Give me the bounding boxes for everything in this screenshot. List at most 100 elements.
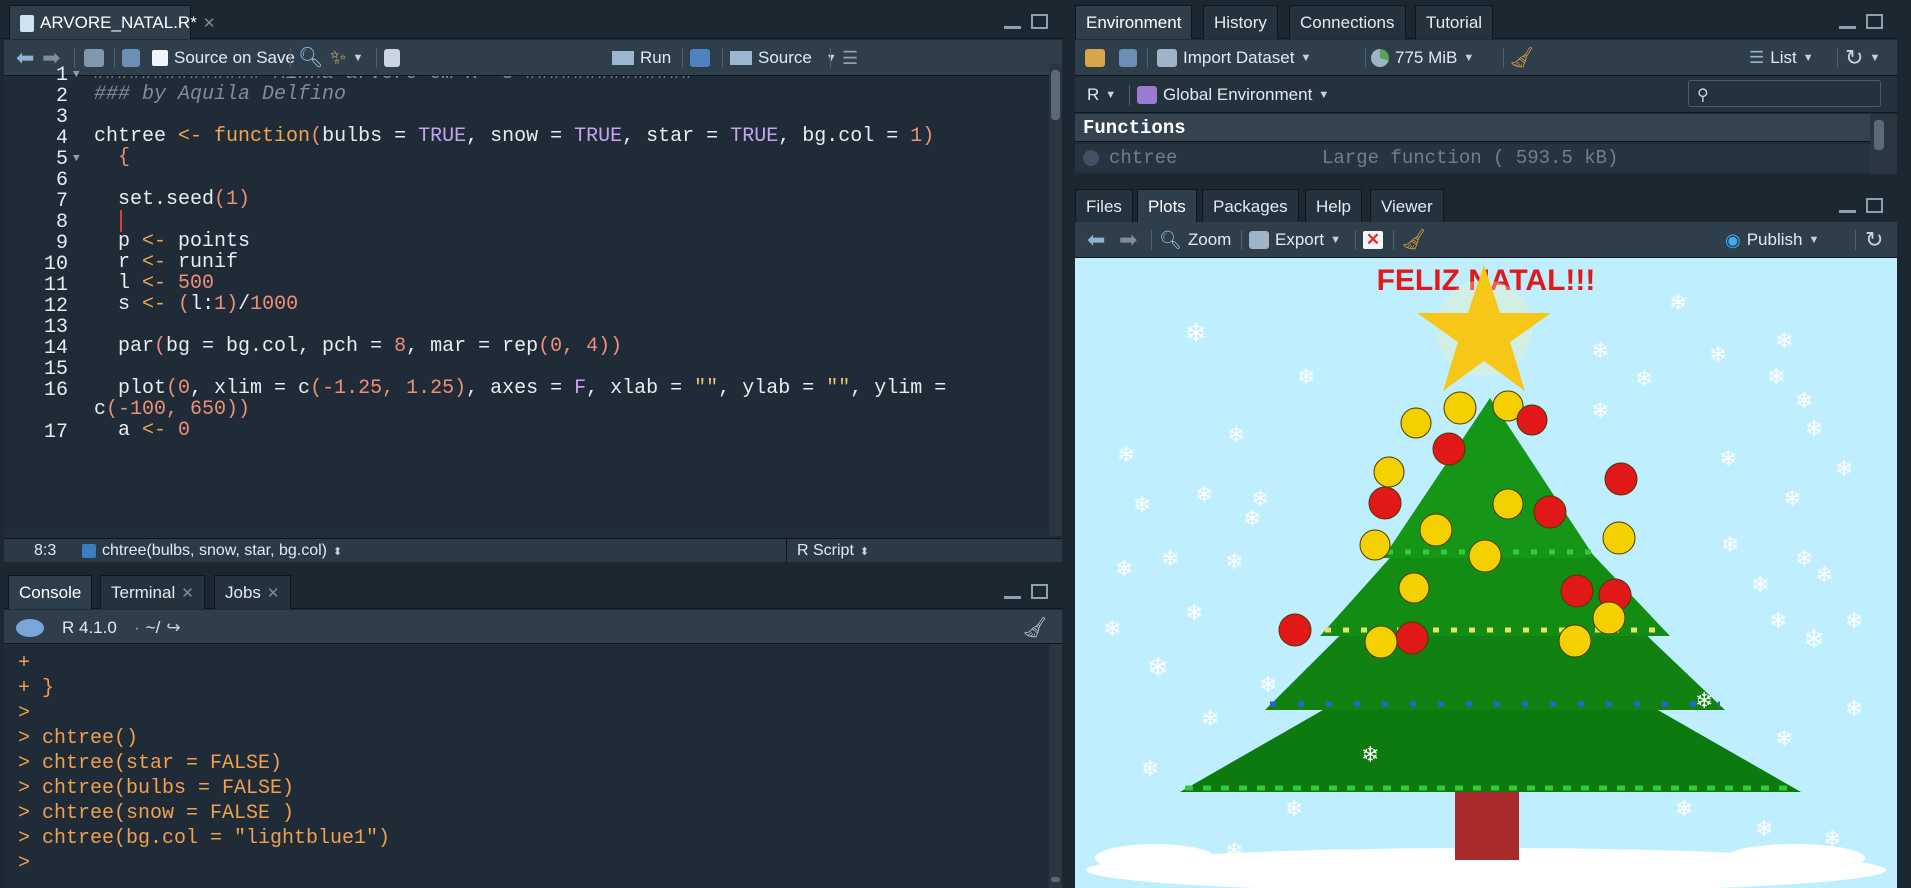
snowflake-icon: ❄	[1823, 826, 1842, 851]
code-line-14: par(bg = bg.col, pch = 8, mar = rep(0, 4…	[94, 335, 623, 358]
code-line-10: r <- runif	[94, 251, 239, 274]
tab-history[interactable]: History	[1203, 5, 1278, 39]
tab-jobs[interactable]: Jobs ✕	[214, 575, 291, 609]
console-scrollbar[interactable]	[1049, 644, 1062, 888]
maximize-icon[interactable]	[1866, 14, 1883, 29]
import-dataset-button[interactable]: Import Dataset ▼	[1157, 40, 1311, 76]
snowflake-icon: ❄	[1675, 796, 1694, 821]
text-cursor	[120, 210, 122, 232]
snowflake-icon: ❄	[1845, 696, 1864, 721]
snowflake-icon: ❄	[1695, 688, 1714, 713]
minimize-icon[interactable]	[1004, 584, 1021, 599]
language-dropdown[interactable]: R ▼	[1087, 77, 1116, 113]
snowflake-icon: ❄	[1751, 572, 1770, 597]
clear-console-broom-icon[interactable]: 🧹︎	[1022, 610, 1047, 646]
console-output[interactable]: + + } > > chtree() > chtree(star = FALSE…	[4, 645, 1049, 888]
tab-arvore-natal[interactable]: ARVORE_NATAL.R* ✕	[9, 5, 215, 39]
working-directory[interactable]: · ~/↪	[134, 610, 181, 646]
snowflake-icon: ❄	[1803, 624, 1825, 654]
maximize-icon[interactable]	[1031, 584, 1048, 599]
go-to-directory-icon[interactable]: ↪	[166, 610, 180, 646]
close-icon[interactable]: ✕	[267, 585, 280, 602]
memory-pie-icon	[1371, 49, 1389, 67]
close-icon[interactable]: ✕	[203, 15, 216, 32]
snowflake-icon: ❄	[1835, 456, 1854, 481]
snowflake-icon: ❄	[1591, 338, 1610, 363]
export-icon	[1249, 231, 1269, 249]
show-in-window-icon[interactable]	[84, 40, 104, 76]
save-workspace-icon[interactable]	[1119, 40, 1137, 76]
maximize-icon[interactable]	[1866, 198, 1883, 213]
next-plot-icon[interactable]: ➡	[1119, 222, 1137, 258]
zoom-button[interactable]: 🔍︎ Zoom	[1159, 222, 1231, 258]
snowflake-icon: ❄	[1147, 652, 1169, 682]
env-toolbar: Import Dataset ▼ 775 MiB ▼ 🧹︎ ☰ List ▼ ↻ ▼	[1075, 40, 1897, 76]
code-lines: ############## Minha arvore em R <3 ####…	[4, 76, 1049, 534]
search-icon: ⚲	[1697, 87, 1709, 104]
r-version: R 4.1.0	[62, 618, 117, 637]
editor-scrollbar[interactable]	[1049, 64, 1062, 536]
snowflake-icon: ❄	[1783, 486, 1802, 511]
checkbox[interactable]	[152, 50, 168, 66]
remove-plot-icon[interactable]: ✕	[1363, 222, 1383, 258]
clear-plots-broom-icon[interactable]: 🧹︎	[1401, 222, 1426, 258]
snowflake-icon: ❄	[1185, 600, 1204, 625]
tab-environment[interactable]: Environment	[1075, 5, 1193, 39]
plots-toolbar: ⬅ ➡ 🔍︎ Zoom Export ▼ ✕ 🧹︎ ◉ Publish ▼ ↻	[1075, 222, 1897, 258]
environment-icon	[1137, 86, 1157, 104]
tab-tutorial[interactable]: Tutorial	[1415, 5, 1494, 39]
environment-scope-dropdown[interactable]: Global Environment ▼	[1137, 77, 1329, 113]
tab-terminal[interactable]: Terminal ✕	[100, 575, 205, 609]
memory-usage[interactable]: 775 MiB ▼	[1371, 40, 1474, 76]
r-logo-icon	[16, 610, 44, 646]
clear-objects-broom-icon[interactable]: 🧹︎	[1509, 40, 1534, 76]
outline-icon[interactable]: ☰	[842, 40, 858, 76]
minimize-icon[interactable]	[1004, 14, 1021, 29]
tab-viewer[interactable]: Viewer	[1370, 189, 1444, 223]
search-icon[interactable]: 🔍︎	[298, 40, 323, 76]
save-icon[interactable]	[122, 40, 140, 76]
refresh-icon[interactable]: ↻ ▼	[1845, 40, 1880, 76]
previous-plot-icon[interactable]: ⬅	[1087, 222, 1105, 258]
function-navigator[interactable]: chtree(bulbs, snow, star, bg.col) ⬍	[82, 542, 342, 560]
compile-report-icon[interactable]	[384, 40, 400, 76]
tab-help[interactable]: Help	[1305, 189, 1362, 223]
tab-plots[interactable]: Plots	[1137, 189, 1197, 223]
export-button[interactable]: Export ▼	[1249, 222, 1341, 258]
run-icon	[612, 51, 634, 65]
tab-connections[interactable]: Connections	[1289, 5, 1406, 39]
zoom-icon: 🔍︎	[1159, 230, 1182, 250]
run-button[interactable]: Run	[612, 40, 671, 76]
source-tabbar: ARVORE_NATAL.R* ✕	[4, 2, 1062, 39]
snowflake-icon: ❄	[1795, 388, 1814, 413]
close-icon[interactable]: ✕	[181, 585, 194, 602]
rerun-icon[interactable]	[690, 40, 710, 76]
snowflake-icon: ❄	[1201, 706, 1220, 731]
source-on-save-checkbox[interactable]: Source on Save	[152, 40, 295, 76]
source-button[interactable]: Source ▼	[730, 40, 837, 76]
code-line-11: l <- 500	[94, 272, 215, 295]
maximize-icon[interactable]	[1031, 14, 1048, 29]
tab-files[interactable]: Files	[1075, 189, 1133, 223]
view-mode-dropdown[interactable]: ☰ List ▼	[1749, 40, 1814, 76]
env-scrollbar[interactable]	[1870, 114, 1897, 174]
plots-pane: Files Plots Packages Help Viewer ⬅ ➡ 🔍︎ Z…	[1075, 186, 1897, 258]
tab-console[interactable]: Console	[8, 575, 93, 609]
code-line-16-wrap: c(-100, 650))	[94, 398, 251, 421]
snowflake-icon: ❄	[1243, 506, 1262, 531]
snowflake-icon: ❄	[1669, 290, 1688, 315]
minimize-icon[interactable]	[1839, 14, 1856, 29]
code-tools-wand-icon[interactable]: ✨︎ ▼	[330, 40, 363, 76]
expand-icon[interactable]	[1083, 150, 1099, 166]
minimize-icon[interactable]	[1839, 198, 1856, 213]
file-type-selector[interactable]: R Script ⬍	[786, 539, 879, 562]
tab-packages[interactable]: Packages	[1202, 189, 1299, 223]
snowflake-icon: ❄	[1161, 546, 1180, 571]
load-workspace-icon[interactable]	[1085, 40, 1105, 76]
snowflake-icon: ❄	[1259, 672, 1278, 697]
snowflake-icon: ❄	[1795, 546, 1814, 571]
env-row-chtree[interactable]: chtree Large function ( 593.5 kB)	[1075, 144, 1870, 172]
refresh-icon[interactable]: ↻	[1865, 222, 1883, 258]
publish-button[interactable]: ◉ Publish ▼	[1725, 222, 1819, 258]
env-search-input[interactable]: ⚲	[1688, 80, 1881, 107]
